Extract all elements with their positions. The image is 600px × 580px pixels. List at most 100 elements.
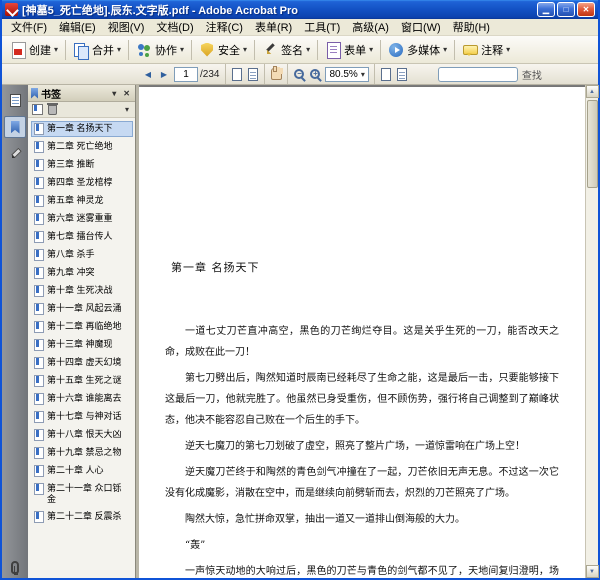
- toolbar-separator: [287, 64, 289, 84]
- chevron-down-icon: ▾: [369, 45, 374, 54]
- zoom-level-value: 80.5%: [329, 68, 358, 80]
- forms-button[interactable]: 表单 ▾: [321, 40, 377, 60]
- menu-item[interactable]: 注释(C): [200, 18, 249, 36]
- bookmark-item[interactable]: 第十二章 再临绝地: [31, 319, 133, 335]
- bookmark-page-icon: [34, 393, 44, 405]
- bookmark-item[interactable]: 第五章 神灵龙: [31, 193, 133, 209]
- scroll-down-button[interactable]: ▼: [585, 565, 599, 578]
- panel-options-menu-icon[interactable]: ▾: [110, 89, 118, 98]
- forms-label: 表单: [344, 44, 367, 57]
- bookmark-item[interactable]: 第十四章 虚天幻境: [31, 355, 133, 371]
- bookmark-item[interactable]: 第十九章 禁忌之物: [31, 445, 133, 461]
- bookmark-item[interactable]: 第八章 杀手: [31, 247, 133, 263]
- fit-width-button[interactable]: [378, 66, 394, 83]
- bookmark-item[interactable]: 第十六章 谁能离去: [31, 391, 133, 407]
- signature-pen-icon: [9, 148, 21, 160]
- bookmark-page-icon: [34, 177, 44, 189]
- bookmark-page-icon: [34, 231, 44, 243]
- maximize-button[interactable]: □: [557, 2, 575, 17]
- toolbar-separator: [317, 39, 319, 60]
- paragraph: 第七刀劈出后，陶然知道时辰南已经耗尽了生命之能，这是最后一击，只要能够接下这最后…: [165, 373, 559, 426]
- bookmark-item[interactable]: 第二十一章 众口铄金: [31, 481, 133, 507]
- page-number-input[interactable]: [174, 66, 198, 82]
- bookmarks-panel-button[interactable]: [4, 116, 26, 138]
- zoom-out-button[interactable]: −: [291, 66, 307, 83]
- navigation-pane-strip: [2, 85, 28, 578]
- single-page-view-button[interactable]: [229, 66, 245, 83]
- menu-item[interactable]: 工具(T): [298, 18, 346, 36]
- bookmark-item[interactable]: 第二章 死亡绝地: [31, 139, 133, 155]
- delete-bookmark-button[interactable]: [47, 102, 58, 115]
- scrollbar-thumb[interactable]: [586, 100, 598, 188]
- document-scroll-region[interactable]: 第一章 名扬天下 一道七丈刀芒直冲高空，黑色的刀芒绚烂夺目。这是关乎生死的一刀，…: [139, 85, 585, 578]
- signatures-panel-button[interactable]: [4, 143, 26, 165]
- bookmarks-options-icon[interactable]: ▾: [123, 105, 131, 114]
- bookmark-label: 第十六章 谁能离去: [47, 393, 122, 403]
- bookmark-item[interactable]: 第七章 擂台传人: [31, 229, 133, 245]
- vertical-scrollbar[interactable]: ▲ ▼: [585, 85, 599, 578]
- zoom-in-button[interactable]: +: [307, 66, 323, 83]
- minimize-button[interactable]: ▁: [537, 2, 555, 17]
- comment-label: 注释: [481, 44, 504, 57]
- continuous-page-icon: [248, 67, 259, 81]
- combine-button[interactable]: 合并 ▾: [69, 40, 125, 60]
- comment-button[interactable]: 注释 ▾: [458, 40, 514, 60]
- bookmark-item[interactable]: 第二十二章 反震杀: [31, 509, 133, 525]
- bookmark-label: 第三章 推断: [47, 159, 95, 169]
- zoom-level-select[interactable]: 80.5% ▾: [325, 66, 369, 82]
- menu-item[interactable]: 文件(F): [5, 18, 53, 36]
- bookmark-item[interactable]: 第十章 生死决战: [31, 283, 133, 299]
- create-pdf-button[interactable]: 创建 ▾: [6, 40, 62, 60]
- scroll-up-button[interactable]: ▲: [585, 85, 599, 98]
- bookmark-item[interactable]: 第一章 名扬天下: [31, 121, 133, 137]
- menu-item[interactable]: 帮助(H): [447, 18, 496, 36]
- fit-page-button[interactable]: [394, 66, 410, 83]
- pages-panel-button[interactable]: [4, 89, 26, 111]
- secure-button[interactable]: 安全 ▾: [195, 40, 251, 60]
- document-area: 第一章 名扬天下 一道七丈刀芒直冲高空，黑色的刀芒绚烂夺目。这是关乎生死的一刀，…: [139, 85, 599, 578]
- menu-item[interactable]: 视图(V): [102, 18, 151, 36]
- comment-bubble-icon: [462, 42, 479, 58]
- chevron-down-icon: ▾: [360, 69, 365, 79]
- bookmark-item[interactable]: 第十一章 风起云涌: [31, 301, 133, 317]
- toolbar-separator: [254, 39, 256, 60]
- bookmark-item[interactable]: 第九章 冲突: [31, 265, 133, 281]
- find-input[interactable]: [437, 66, 518, 82]
- bookmarks-panel-title: 书签: [41, 89, 61, 101]
- menu-item[interactable]: 编辑(E): [53, 18, 102, 36]
- bookmark-item[interactable]: 第十三章 神魔现: [31, 337, 133, 353]
- fit-page-icon: [396, 67, 407, 81]
- bookmark-item[interactable]: 第二十章 人心: [31, 463, 133, 479]
- bookmark-item[interactable]: 第四章 圣龙棺椁: [31, 175, 133, 191]
- previous-page-button[interactable]: ◀: [140, 66, 156, 83]
- bookmark-page-icon: [34, 465, 44, 477]
- menu-item[interactable]: 高级(A): [346, 18, 395, 36]
- bookmark-item[interactable]: 第十五章 生死之谜: [31, 373, 133, 389]
- close-button[interactable]: ✕: [577, 2, 595, 17]
- next-page-button[interactable]: ▶: [156, 66, 172, 83]
- bookmark-page-icon: [34, 159, 44, 171]
- menu-item[interactable]: 文档(D): [150, 18, 199, 36]
- page-body: 一道七丈刀芒直冲高空，黑色的刀芒绚烂夺目。这是关乎生死的一刀，能否改天之命，成败…: [165, 321, 559, 578]
- new-bookmark-button[interactable]: [32, 104, 43, 115]
- window-title: [神墓5_死亡绝地].辰东.文字版.pdf - Adobe Acrobat Pr…: [22, 4, 299, 17]
- attachments-panel-button[interactable]: [4, 556, 26, 578]
- bookmark-item[interactable]: 第十七章 与神对话: [31, 409, 133, 425]
- bookmark-item[interactable]: 第三章 推断: [31, 157, 133, 173]
- close-panel-icon[interactable]: ✕: [121, 89, 132, 98]
- main-toolbar: 创建 ▾ 合并 ▾ 协作 ▾ 安全 ▾ 签名 ▾ 表单 ▾ 多媒体 ▾ 注释 ▾: [2, 36, 598, 64]
- forms-page-icon: [325, 41, 342, 59]
- bookmark-page-icon: [34, 447, 44, 459]
- paragraph: 逆天七魔刀的第七刀划破了虚空，照亮了整片广场，一道惊雷响在广场上空！: [185, 441, 525, 452]
- multimedia-button[interactable]: 多媒体 ▾: [384, 40, 451, 60]
- bookmark-page-icon: [34, 249, 44, 261]
- continuous-view-button[interactable]: [245, 66, 261, 83]
- bookmark-item[interactable]: 第六章 迷雾重重: [31, 211, 133, 227]
- bookmark-item[interactable]: 第十八章 恨天大凶: [31, 427, 133, 443]
- sign-button[interactable]: 签名 ▾: [258, 40, 314, 60]
- collaborate-button[interactable]: 协作 ▾: [132, 40, 188, 60]
- hand-tool-button[interactable]: [268, 66, 284, 83]
- menu-item[interactable]: 表单(R): [249, 18, 298, 36]
- menu-item[interactable]: 窗口(W): [395, 18, 447, 36]
- bookmark-page-icon: [34, 375, 44, 387]
